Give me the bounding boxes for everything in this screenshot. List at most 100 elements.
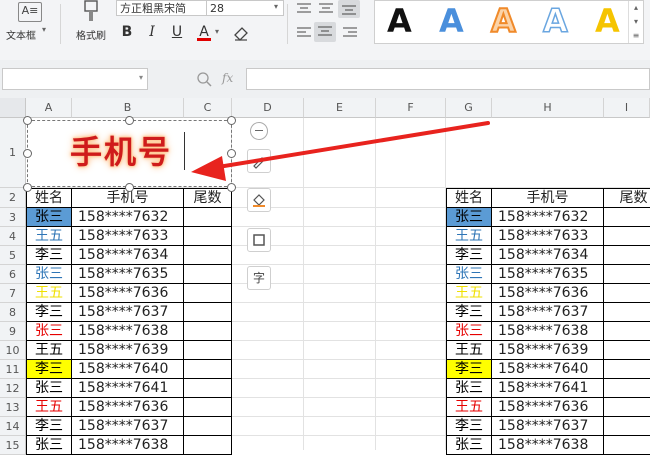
left-phone-cell[interactable]: 158****7633 bbox=[72, 227, 184, 246]
align-right-icon[interactable] bbox=[342, 26, 358, 40]
left-phone-cell[interactable]: 158****7639 bbox=[72, 341, 184, 360]
left-phone-cell[interactable]: 158****7636 bbox=[72, 398, 184, 417]
left-suffix-cell[interactable] bbox=[184, 341, 232, 360]
column-header-h[interactable]: H bbox=[492, 98, 604, 118]
column-header-i[interactable]: I bbox=[604, 98, 650, 118]
chevron-down-icon[interactable]: ▾ bbox=[215, 27, 219, 36]
left-phone-cell[interactable]: 158****7634 bbox=[72, 246, 184, 265]
left-name-cell[interactable]: 张三 bbox=[26, 322, 72, 341]
column-header-c[interactable]: C bbox=[184, 98, 232, 118]
font-color-button[interactable]: A bbox=[195, 22, 213, 42]
right-name-cell[interactable]: 李三 bbox=[446, 303, 492, 322]
wordart-style-blue[interactable]: A bbox=[439, 3, 464, 39]
right-name-cell[interactable]: 王五 bbox=[446, 398, 492, 417]
right-phone-cell[interactable]: 158****7638 bbox=[492, 436, 604, 455]
row-header-3[interactable]: 3 bbox=[0, 208, 26, 227]
wordart-style-orange[interactable]: A bbox=[490, 2, 517, 40]
pen-style-button[interactable] bbox=[247, 149, 271, 173]
resize-handle[interactable] bbox=[227, 183, 236, 192]
right-name-header[interactable]: 姓名 bbox=[446, 188, 492, 208]
right-suffix-cell[interactable] bbox=[604, 360, 650, 379]
right-name-cell[interactable]: 李三 bbox=[446, 246, 492, 265]
left-name-cell[interactable]: 李三 bbox=[26, 246, 72, 265]
column-header-g[interactable]: G bbox=[446, 98, 492, 118]
left-phone-cell[interactable]: 158****7638 bbox=[72, 322, 184, 341]
font-size-select[interactable]: 28 bbox=[206, 0, 284, 16]
right-phone-cell[interactable]: 158****7635 bbox=[492, 265, 604, 284]
right-suffix-cell[interactable] bbox=[604, 417, 650, 436]
align-bottom-button[interactable] bbox=[338, 0, 360, 18]
left-suffix-cell[interactable] bbox=[184, 208, 232, 227]
formula-input[interactable] bbox=[246, 68, 650, 90]
wordart-style-black[interactable]: A bbox=[387, 3, 412, 39]
right-suffix-cell[interactable] bbox=[604, 398, 650, 417]
right-phone-cell[interactable]: 158****7639 bbox=[492, 341, 604, 360]
fx-icon[interactable]: fx bbox=[222, 71, 233, 85]
align-middle-icon[interactable] bbox=[318, 2, 334, 16]
right-phone-cell[interactable]: 158****7640 bbox=[492, 360, 604, 379]
left-suffix-cell[interactable] bbox=[184, 360, 232, 379]
right-suffix-cell[interactable] bbox=[604, 436, 650, 455]
left-name-cell[interactable]: 王五 bbox=[26, 284, 72, 303]
left-suffix-cell[interactable] bbox=[184, 417, 232, 436]
wordart-style-yellow[interactable]: A bbox=[595, 3, 620, 39]
align-center-button[interactable] bbox=[314, 22, 336, 42]
right-phone-cell[interactable]: 158****7636 bbox=[492, 284, 604, 303]
wordart-style-outline-blue[interactable]: A bbox=[542, 2, 568, 40]
left-suffix-cell[interactable] bbox=[184, 265, 232, 284]
left-phone-cell[interactable]: 158****7638 bbox=[72, 436, 184, 455]
row-header-2[interactable]: 2 bbox=[0, 188, 26, 208]
right-suffix-cell[interactable] bbox=[604, 322, 650, 341]
left-name-cell[interactable]: 王五 bbox=[26, 341, 72, 360]
right-phone-cell[interactable]: 158****7641 bbox=[492, 379, 604, 398]
right-suffix-cell[interactable] bbox=[604, 227, 650, 246]
right-name-cell[interactable]: 张三 bbox=[446, 322, 492, 341]
right-suffix-cell[interactable] bbox=[604, 341, 650, 360]
left-phone-cell[interactable]: 158****7637 bbox=[72, 417, 184, 436]
left-name-cell[interactable]: 王五 bbox=[26, 398, 72, 417]
resize-handle[interactable] bbox=[23, 183, 32, 192]
column-header-b[interactable]: B bbox=[72, 98, 184, 118]
left-name-cell[interactable]: 张三 bbox=[26, 436, 72, 455]
left-suffix-cell[interactable] bbox=[184, 246, 232, 265]
right-phone-cell[interactable]: 158****7634 bbox=[492, 246, 604, 265]
left-name-cell[interactable]: 李三 bbox=[26, 303, 72, 322]
left-name-header[interactable]: 姓名 bbox=[26, 188, 72, 208]
italic-button[interactable]: I bbox=[143, 22, 161, 42]
row-header-4[interactable]: 4 bbox=[0, 227, 26, 246]
left-phone-cell[interactable]: 158****7640 bbox=[72, 360, 184, 379]
eraser-icon[interactable] bbox=[232, 24, 250, 42]
resize-handle[interactable] bbox=[23, 149, 32, 158]
left-name-cell[interactable]: 张三 bbox=[26, 265, 72, 284]
select-all-corner[interactable] bbox=[0, 98, 26, 118]
zoom-icon[interactable] bbox=[196, 71, 212, 87]
left-phone-cell[interactable]: 158****7632 bbox=[72, 208, 184, 227]
left-suffix-cell[interactable] bbox=[184, 322, 232, 341]
left-suffix-header[interactable]: 尾数 bbox=[184, 188, 232, 208]
outline-style-button[interactable] bbox=[247, 228, 271, 252]
right-suffix-cell[interactable] bbox=[604, 379, 650, 398]
left-suffix-cell[interactable] bbox=[184, 398, 232, 417]
row-header-15[interactable]: 15 bbox=[0, 436, 26, 455]
right-name-cell[interactable]: 王五 bbox=[446, 341, 492, 360]
row-header-7[interactable]: 7 bbox=[0, 284, 26, 303]
right-name-cell[interactable]: 张三 bbox=[446, 265, 492, 284]
resize-handle[interactable] bbox=[227, 116, 236, 125]
left-name-cell[interactable]: 李三 bbox=[26, 417, 72, 436]
right-phone-cell[interactable]: 158****7637 bbox=[492, 303, 604, 322]
left-suffix-cell[interactable] bbox=[184, 379, 232, 398]
column-header-d[interactable]: D bbox=[232, 98, 304, 118]
left-phone-cell[interactable]: 158****7635 bbox=[72, 265, 184, 284]
align-top-icon[interactable] bbox=[296, 2, 312, 16]
chevron-down-icon[interactable]: ▾ bbox=[139, 73, 143, 82]
column-header-e[interactable]: E bbox=[304, 98, 376, 118]
column-header-f[interactable]: F bbox=[376, 98, 446, 118]
right-suffix-header[interactable]: 尾数 bbox=[604, 188, 650, 208]
right-phone-header[interactable]: 手机号 bbox=[492, 188, 604, 208]
left-name-cell[interactable]: 张三 bbox=[26, 208, 72, 227]
right-suffix-cell[interactable] bbox=[604, 284, 650, 303]
collapse-button[interactable] bbox=[250, 122, 268, 140]
right-name-cell[interactable]: 王五 bbox=[446, 284, 492, 303]
right-suffix-cell[interactable] bbox=[604, 265, 650, 284]
underline-button[interactable]: U bbox=[168, 22, 186, 42]
